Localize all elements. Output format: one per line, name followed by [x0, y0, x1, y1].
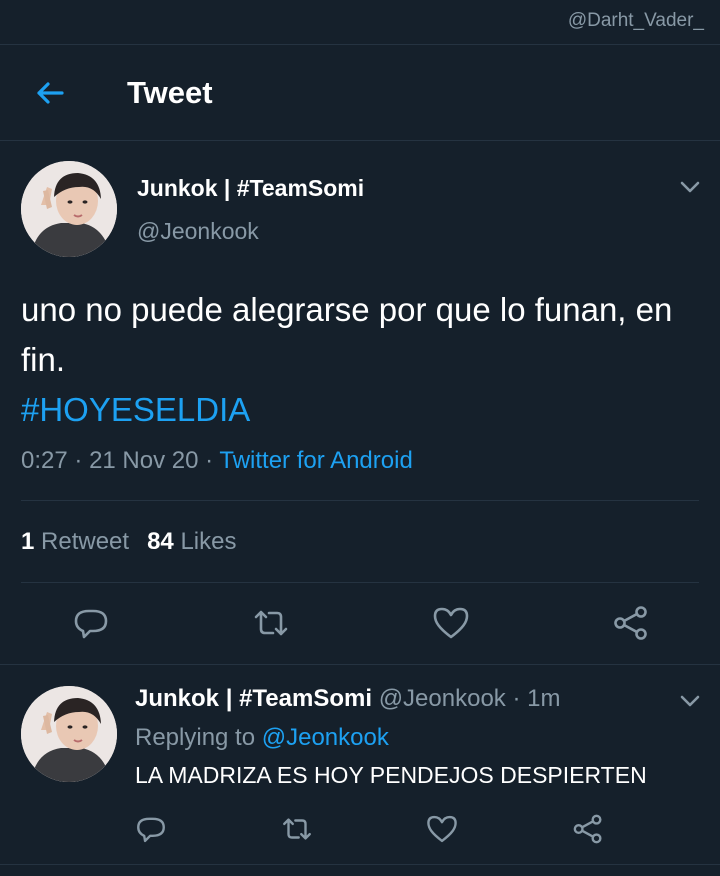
retweet-icon — [254, 610, 288, 636]
retweet-button[interactable] — [251, 603, 291, 643]
reply-text: LA MADRIZA ES HOY PENDEJOS DESPIERTEN — [135, 762, 647, 788]
reply-button[interactable] — [71, 603, 111, 643]
tweet-body: uno no puede alegrarse por que lo funan,… — [21, 285, 691, 435]
retweet-count: 1 — [21, 528, 35, 555]
replying-to: Replying to @Jeonkook — [135, 724, 389, 752]
arrow-left-icon[interactable] — [32, 75, 68, 111]
like-button[interactable] — [425, 812, 459, 846]
display-name[interactable]: Junkok | #TeamSomi — [135, 685, 372, 712]
divider — [21, 582, 699, 583]
chevron-down-icon[interactable] — [677, 176, 703, 198]
meta-dot: · — [512, 685, 521, 712]
tweet-stats: 1 Retweet 84 Likes — [21, 528, 236, 556]
user-handle[interactable]: @Jeonkook — [379, 685, 506, 712]
display-name[interactable]: Junkok | #TeamSomi — [137, 175, 364, 202]
mention-link[interactable]: @Jeonkook — [262, 724, 389, 751]
retweet-button[interactable] — [280, 812, 314, 846]
likes-label: Likes — [180, 528, 237, 555]
meta-dot: · — [74, 447, 83, 474]
tweet-time: 0:27 — [21, 447, 68, 474]
divider — [0, 664, 720, 665]
hashtag-link[interactable]: #HOYESELDIA — [21, 385, 691, 435]
meta-dot: · — [205, 447, 214, 474]
speech-bubble-icon — [137, 817, 165, 843]
tweet-date: 21 Nov 20 — [89, 447, 199, 474]
page-title: Tweet — [127, 75, 213, 110]
share-button[interactable] — [611, 603, 651, 643]
heart-icon — [427, 815, 457, 843]
likes-stat[interactable]: 84 Likes — [147, 528, 236, 555]
reply-button[interactable] — [134, 812, 168, 846]
divider — [0, 864, 720, 865]
chevron-down-icon[interactable] — [677, 690, 703, 712]
divider — [21, 500, 699, 501]
reply-header: Junkok | #TeamSomi @Jeonkook · 1m — [135, 685, 560, 713]
share-button[interactable] — [571, 812, 605, 846]
speech-bubble-icon — [74, 609, 108, 639]
header-bar: Tweet — [0, 45, 720, 141]
avatar[interactable] — [21, 686, 117, 782]
reply-time: 1m — [527, 685, 561, 712]
retweet-label: Retweet — [41, 528, 130, 555]
tweet-text: uno no puede alegrarse por que lo funan,… — [21, 291, 673, 378]
share-icon — [614, 606, 647, 640]
tweet-source-link[interactable]: Twitter for Android — [219, 447, 412, 474]
replying-label: Replying to — [135, 724, 256, 751]
retweet-icon — [283, 818, 311, 840]
share-icon — [573, 814, 602, 844]
watermark-handle: @Darht_Vader_ — [567, 10, 704, 31]
retweet-stat[interactable]: 1 Retweet — [21, 528, 129, 555]
avatar[interactable] — [21, 161, 117, 257]
heart-icon — [433, 607, 469, 639]
likes-count: 84 — [147, 528, 174, 555]
like-button[interactable] — [431, 603, 471, 643]
tweet-metadata: 0:27 · 21 Nov 20 · Twitter for Android — [21, 447, 413, 475]
user-handle[interactable]: @Jeonkook — [137, 218, 259, 245]
